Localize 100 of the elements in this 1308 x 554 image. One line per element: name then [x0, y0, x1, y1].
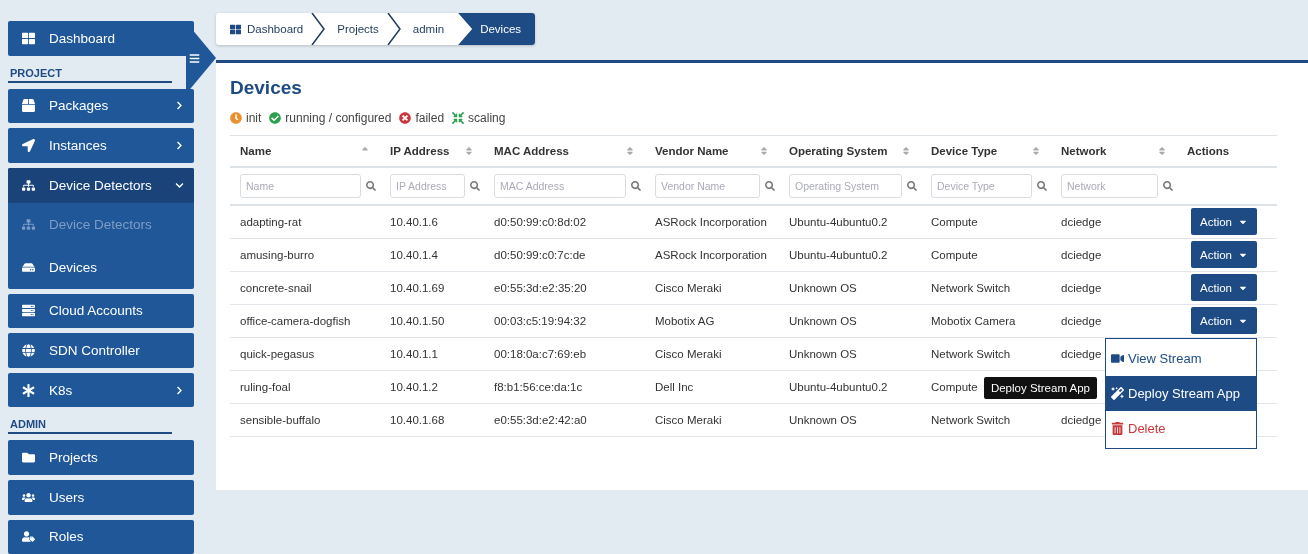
table-cell: 10.40.1.69 [380, 271, 484, 304]
submenu-icon [21, 217, 35, 231]
breadcrumb-item[interactable]: Dashboard [216, 13, 318, 45]
chevron-separator [386, 13, 401, 45]
action-dropdown-button[interactable]: Action [1191, 307, 1257, 334]
table-cell: dciedge [1051, 205, 1177, 238]
table-cell: ASRock Incorporation [645, 238, 779, 271]
table-cell: quick-pegasus [230, 337, 380, 370]
filter-field[interactable]: Operating System [789, 174, 902, 198]
sidebar-icon [21, 99, 35, 113]
action-dropdown-button[interactable]: Action [1191, 274, 1257, 301]
sidebar-icon [21, 530, 35, 544]
legend-label: failed [415, 111, 445, 125]
column-header[interactable]: Device Type [921, 135, 1051, 167]
table-cell: Compute [921, 238, 1051, 271]
legend-label: running / configured [285, 111, 392, 125]
breadcrumb-item[interactable]: Devices [458, 13, 536, 45]
menu-item[interactable]: Deploy Stream App [1106, 375, 1256, 411]
sidebar-item[interactable]: Projects [8, 440, 194, 475]
column-header[interactable]: Name [230, 135, 380, 167]
sidebar-item[interactable]: Instances [8, 128, 194, 163]
action-dropdown-button[interactable]: Action [1191, 241, 1257, 268]
search-icon [765, 181, 775, 191]
page-title: Devices [230, 77, 303, 99]
menu-icon [189, 52, 200, 64]
filter-field[interactable]: Device Type [931, 174, 1032, 198]
sidebar-item[interactable]: Users [8, 479, 194, 515]
table-cell: 10.40.1.68 [380, 403, 484, 436]
submenu-item[interactable]: Devices [8, 245, 194, 289]
column-header: Actions [1177, 135, 1277, 167]
sidebar-item[interactable]: K8s [8, 372, 194, 408]
filter-field[interactable]: Vendor Name [655, 174, 760, 198]
filter-field[interactable]: Network [1061, 174, 1158, 198]
sidebar-icon [21, 383, 35, 397]
filter-field[interactable]: Name [240, 174, 361, 198]
table-cell: dciedge [1051, 304, 1177, 337]
filter-field[interactable]: IP Address [390, 174, 465, 198]
filter-field[interactable]: MAC Address [494, 174, 626, 198]
sidebar-item[interactable]: Dashboard [8, 21, 194, 56]
search-icon [1037, 181, 1047, 191]
action-dropdown-button[interactable]: Action [1191, 208, 1257, 236]
table-cell: sensible-buffalo [230, 403, 380, 436]
table-cell: 10.40.1.6 [380, 205, 484, 238]
sidebar-item[interactable]: Packages [8, 88, 194, 124]
table-cell: Ubuntu-4ubuntu0.2 [779, 205, 921, 238]
column-header[interactable]: IP Address [380, 135, 484, 167]
magic-wand-icon [1111, 386, 1124, 400]
column-header[interactable]: Vendor Name [645, 135, 779, 167]
table-cell: 00:18:0a:c7:69:eb [484, 337, 645, 370]
sidebar-item[interactable]: SDN Controller [8, 333, 194, 368]
sidebar-icon [21, 451, 35, 465]
table-cell: 10.40.1.1 [380, 337, 484, 370]
sidebar-icon [21, 178, 35, 192]
video-camera-icon [1111, 351, 1124, 365]
column-header[interactable]: Network [1051, 135, 1177, 167]
table-cell: amusing-burro [230, 238, 380, 271]
trash-icon [1111, 421, 1124, 435]
search-icon [907, 181, 917, 191]
table-cell: Unknown OS [779, 304, 921, 337]
table-cell: Network Switch [921, 403, 1051, 436]
table-cell: Unknown OS [779, 271, 921, 304]
search-icon [366, 181, 376, 191]
search-icon [631, 181, 641, 191]
tooltip: Deploy Stream App [983, 376, 1097, 399]
table-cell: Network Switch [921, 337, 1051, 370]
table-cell: dciedge [1051, 238, 1177, 271]
column-header[interactable]: Operating System [779, 135, 921, 167]
sidebar-icon [21, 304, 35, 318]
table-cell: Mobotix Camera [921, 304, 1051, 337]
sidebar-icon [21, 31, 35, 45]
search-icon [470, 181, 480, 191]
table-cell: e0:55:3d:e2:35:20 [484, 271, 645, 304]
sidebar-item[interactable]: Device Detectors [8, 167, 194, 203]
table-cell: Ubuntu-4ubuntu0.2 [779, 238, 921, 271]
table-cell: 10.40.1.2 [380, 370, 484, 403]
dashboard-icon [230, 23, 241, 35]
table-cell: Network Switch [921, 271, 1051, 304]
sidebar-icon [21, 344, 35, 358]
sidebar-item[interactable]: Roles [8, 519, 194, 554]
table-cell: Unknown OS [779, 337, 921, 370]
breadcrumb-item[interactable]: admin [398, 13, 459, 45]
table-cell: Unknown OS [779, 403, 921, 436]
table-cell: office-camera-dogfish [230, 304, 380, 337]
table-cell: concrete-snail [230, 271, 380, 304]
table-cell: Ubuntu-4ubuntu0.2 [779, 370, 921, 403]
sidebar-item[interactable]: Cloud Accounts [8, 293, 194, 329]
section-heading: ADMIN [8, 412, 172, 435]
table-cell: adapting-rat [230, 205, 380, 238]
legend-label: init [246, 111, 262, 125]
breadcrumb-item[interactable]: Projects [323, 13, 393, 45]
column-header[interactable]: MAC Address [484, 135, 645, 167]
table-cell: f8:b1:56:ce:da:1c [484, 370, 645, 403]
legend-label: scaling [468, 111, 506, 125]
submenu-icon [21, 260, 35, 274]
table-cell: ASRock Incorporation [645, 205, 779, 238]
table-cell: ruling-foal [230, 370, 380, 403]
search-icon [1163, 181, 1173, 191]
table-cell: 00:03:c5:19:94:32 [484, 304, 645, 337]
chevron-separator [311, 13, 326, 45]
table-cell: 10.40.1.4 [380, 238, 484, 271]
